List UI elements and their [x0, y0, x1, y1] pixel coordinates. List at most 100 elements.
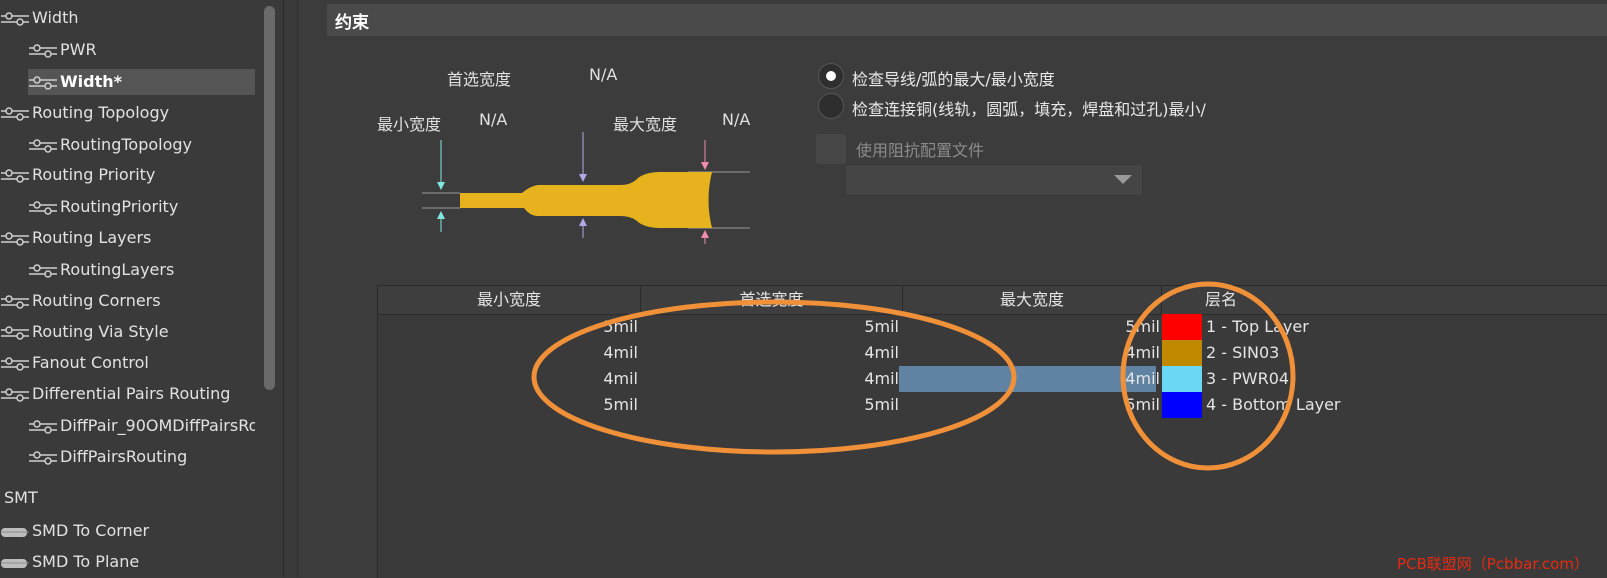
preferred-width-value[interactable]: N/A: [589, 65, 617, 84]
table-cell-layer[interactable]: 2 - SIN03: [1206, 340, 1279, 366]
tree-item-label: RoutingPriority: [60, 197, 179, 216]
tree-item-routingpriority[interactable]: RoutingPriority: [28, 194, 255, 220]
column-header-max-width[interactable]: 最大宽度: [903, 286, 1162, 314]
tree-item-label: Routing Priority: [32, 165, 156, 184]
tree-item-label: RoutingTopology: [60, 135, 192, 154]
smd-icon: [1, 527, 29, 537]
tree-item-routing-layers[interactable]: Routing Layers: [0, 225, 255, 251]
rule-tree: Width PWR Width* Routing Topology Routin…: [0, 0, 283, 577]
layer-color-swatch: [1162, 314, 1202, 340]
tree-item-width[interactable]: Width: [0, 5, 255, 31]
tree-item-fanout-control[interactable]: Fanout Control: [0, 350, 255, 376]
table-cell-min[interactable]: 4mil: [378, 340, 638, 366]
table-cell-min[interactable]: 4mil: [378, 366, 638, 392]
tree-item-label: SMD To Corner: [32, 521, 150, 540]
column-header-layer-name[interactable]: 层名: [1162, 286, 1607, 314]
column-header-min-width[interactable]: 最小宽度: [378, 286, 641, 314]
tree-item-label: Width: [32, 8, 79, 27]
max-arrow-head: [701, 230, 709, 238]
tree-item-label: SMT: [4, 488, 38, 507]
tree-item-routing-topology[interactable]: Routing Topology: [0, 100, 255, 126]
layer-color-swatch: [1162, 366, 1202, 392]
tree-item-routing-corners[interactable]: Routing Corners: [0, 288, 255, 314]
tree-item-routinglayers[interactable]: RoutingLayers: [28, 257, 255, 283]
table-cell-preferred[interactable]: 4mil: [641, 340, 899, 366]
tree-scrollbar-thumb[interactable]: [264, 6, 275, 390]
rule-icon: [29, 200, 57, 215]
tree-item-label: Differential Pairs Routing: [32, 384, 231, 403]
layer-width-table: 最小宽度 首选宽度 最大宽度 层名 5mil 5mil 5mil 1 - Top…: [377, 285, 1607, 578]
tree-item-smd-to-plane[interactable]: SMD To Plane: [0, 549, 255, 575]
rule-class-icon: [1, 356, 29, 371]
preferred-arrow-head: [579, 218, 587, 226]
tree-item-diffpairsrouting[interactable]: DiffPairsRouting: [28, 444, 255, 470]
splitter-line: [297, 0, 298, 577]
table-header: 最小宽度 首选宽度 最大宽度 层名: [378, 286, 1607, 315]
tree-item-label: Routing Via Style: [32, 322, 169, 341]
max-arrow-head: [701, 162, 709, 170]
constraints-header: 约束: [327, 4, 1607, 36]
tree-item-routingtopology[interactable]: RoutingTopology: [28, 132, 255, 158]
rule-icon: [29, 43, 57, 58]
min-arrow-head: [437, 211, 445, 219]
splitter[interactable]: [284, 0, 298, 577]
table-cell-preferred[interactable]: 5mil: [641, 392, 899, 418]
preferred-arrow-head: [579, 174, 587, 182]
tree-item-label: Fanout Control: [32, 353, 149, 372]
min-width-value[interactable]: N/A: [479, 110, 507, 129]
tree-item-routing-priority[interactable]: Routing Priority: [0, 162, 255, 188]
tree-item-label: RoutingLayers: [60, 260, 175, 279]
table-cell-preferred[interactable]: 5mil: [641, 314, 899, 340]
table-cell-min[interactable]: 5mil: [378, 392, 638, 418]
rule-icon: [29, 419, 57, 434]
impedance-profile-label[interactable]: 使用阻抗配置文件: [856, 137, 984, 161]
tree-item-label: Routing Topology: [32, 103, 170, 122]
table-cell-min[interactable]: 5mil: [378, 314, 638, 340]
impedance-profile-checkbox[interactable]: [816, 134, 846, 164]
check-copper-width-label[interactable]: 检查连接铜(线轨，圆弧，填充，焊盘和过孔)最小/: [852, 96, 1206, 120]
tree-item-label: Width*: [60, 72, 122, 91]
table-cell-layer[interactable]: 4 - Bottom Layer: [1206, 392, 1341, 418]
table-cell-layer[interactable]: 1 - Top Layer: [1206, 314, 1309, 340]
table-cell-preferred[interactable]: 4mil: [641, 366, 899, 392]
column-header-layer-name-text: 层名: [1205, 290, 1238, 309]
min-arrow-head: [437, 182, 445, 190]
table-cell-layer[interactable]: 3 - PWR04: [1206, 366, 1289, 392]
tree-item-differential-pairs-routing[interactable]: Differential Pairs Routing: [0, 381, 255, 407]
smd-icon: [1, 558, 29, 568]
max-width-value[interactable]: N/A: [722, 110, 750, 129]
preferred-width-label: 首选宽度: [447, 70, 512, 89]
layer-color-swatch: [1162, 392, 1202, 418]
tree-item-label: PWR: [60, 40, 97, 59]
rule-class-icon: [1, 106, 29, 121]
rule-icon: [29, 450, 57, 465]
tree-item-pwr[interactable]: PWR: [28, 37, 255, 63]
check-track-width-radio[interactable]: [818, 63, 844, 89]
tree-item-label: DiffPairsRouting: [60, 447, 188, 466]
column-header-preferred-width[interactable]: 首选宽度: [641, 286, 903, 314]
layer-color-swatch: [1162, 340, 1202, 366]
table-cell-max[interactable]: 4mil: [903, 366, 1160, 392]
check-copper-width-radio[interactable]: [818, 93, 844, 119]
tree-item-diffpair-90om[interactable]: DiffPair_90OMDiffPairsRou: [28, 413, 255, 439]
tree-item-width-selected[interactable]: Width*: [28, 69, 255, 95]
rule-class-icon: [1, 11, 29, 26]
rule-icon: [29, 138, 57, 153]
tree-item-smt[interactable]: SMT: [4, 486, 255, 510]
table-cell-max[interactable]: 5mil: [903, 392, 1160, 418]
table-cell-max[interactable]: 5mil: [903, 314, 1160, 340]
tree-item-label: Routing Corners: [32, 291, 161, 310]
table-cell-max[interactable]: 4mil: [903, 340, 1160, 366]
width-diagram: [422, 132, 750, 244]
rule-class-icon: [1, 387, 29, 402]
watermark: PCB联盟网（Pcbbar.com）: [1397, 555, 1589, 573]
rule-class-icon: [1, 168, 29, 183]
trace-shape: [460, 172, 712, 228]
tree-item-label: DiffPair_90OMDiffPairsRou: [60, 416, 255, 435]
impedance-profile-dropdown[interactable]: [845, 164, 1143, 196]
check-track-width-label[interactable]: 检查导线/弧的最大/最小宽度: [852, 66, 1055, 90]
rule-class-icon: [1, 294, 29, 309]
tree-item-routing-via-style[interactable]: Routing Via Style: [0, 319, 255, 345]
tree-item-smd-to-corner[interactable]: SMD To Corner: [0, 518, 255, 544]
tree-item-label: Routing Layers: [32, 228, 152, 247]
